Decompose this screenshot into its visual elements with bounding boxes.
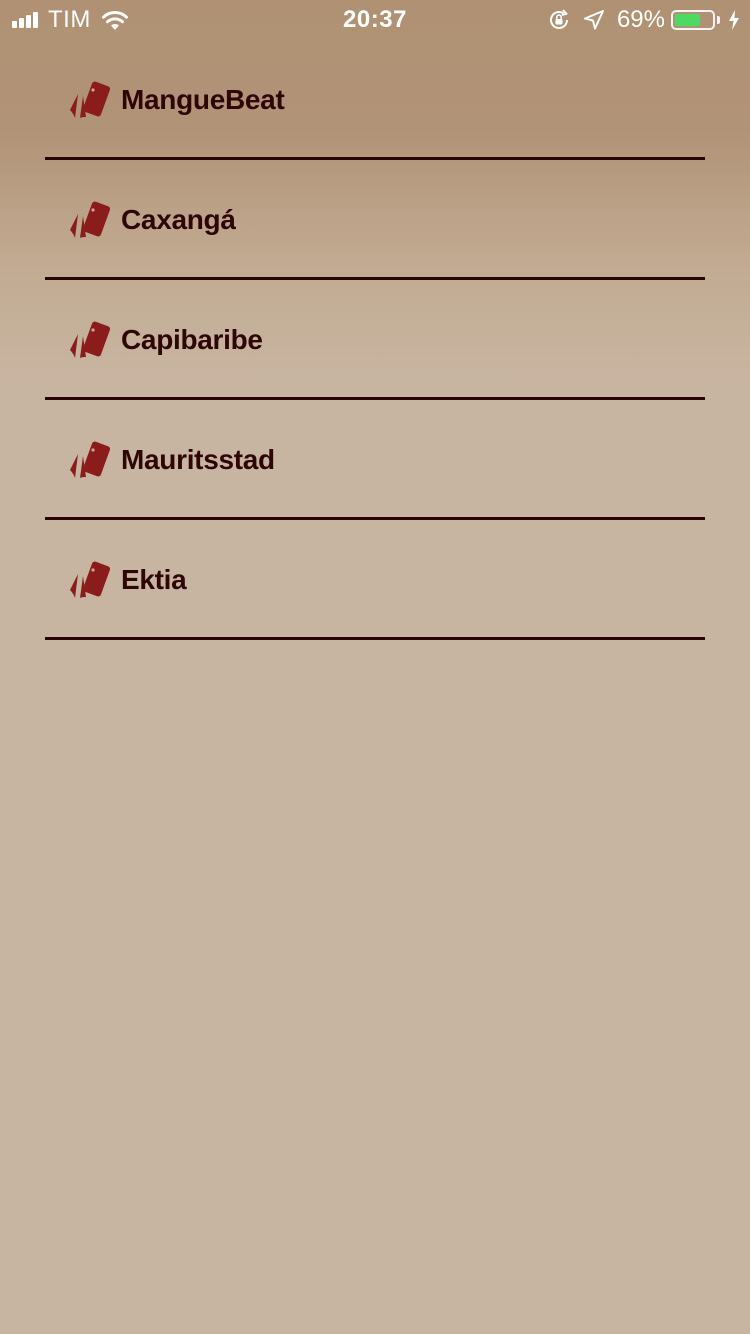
list-item-label: Capibaribe (121, 324, 263, 355)
list-item[interactable]: Ektia (45, 520, 705, 640)
location-icon (583, 9, 605, 31)
tag-icon (70, 441, 111, 478)
list-item-label: Caxangá (121, 204, 236, 235)
list-item[interactable]: MangueBeat (45, 40, 705, 160)
list-item-label: MangueBeat (121, 84, 285, 115)
list-item-label: Ektia (121, 564, 187, 595)
rotation-lock-icon (547, 8, 571, 32)
list-item-label: Mauritsstad (121, 444, 275, 475)
battery-nub (717, 16, 720, 24)
status-bar: TIM 20:37 69% (0, 0, 750, 40)
battery-icon (671, 10, 715, 30)
tag-icon (70, 561, 111, 598)
list-item[interactable]: Capibaribe (45, 280, 705, 400)
status-right: 69% (547, 6, 740, 34)
tag-icon (70, 81, 111, 118)
battery-level (675, 14, 700, 26)
menu-list: MangueBeat Caxangá Capibaribe Mauritssta… (45, 40, 705, 640)
charging-bolt-icon (728, 10, 740, 30)
list-item[interactable]: Caxangá (45, 160, 705, 280)
tag-icon (70, 321, 111, 358)
list-item[interactable]: Mauritsstad (45, 400, 705, 520)
battery-percent: 69% (616, 6, 665, 33)
tag-icon (70, 201, 111, 238)
